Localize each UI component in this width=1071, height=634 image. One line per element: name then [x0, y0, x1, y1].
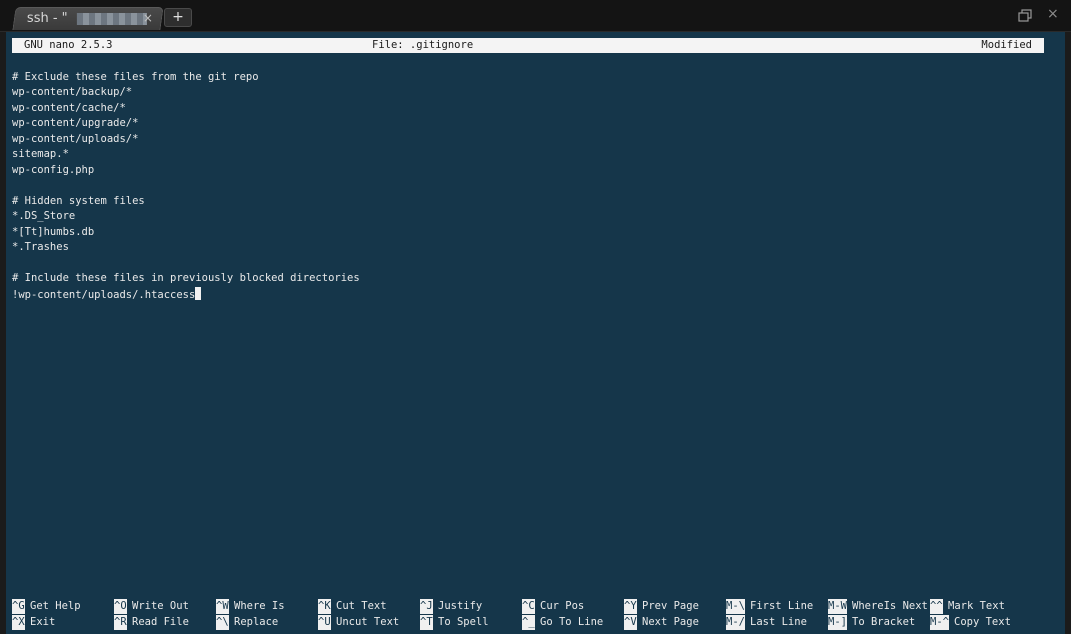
close-window-icon[interactable]: × — [1047, 6, 1059, 22]
shortcut-key: ^^ — [930, 599, 943, 614]
editor-line-text: !wp-content/uploads/.htaccess — [12, 289, 196, 301]
shortcut-label: Last Line — [750, 616, 807, 628]
editor-line: sitemap.* — [12, 148, 69, 160]
shortcut-key: ^T — [420, 615, 433, 630]
redacted-hostname — [76, 13, 147, 25]
shortcut-where-is[interactable]: ^W Where Is — [216, 599, 316, 614]
shortcut-label: Next Page — [642, 616, 699, 628]
shortcut-key: ^K — [318, 599, 331, 614]
terminal-window: ssh - " × + × GNU nano 2.5.3 File: .giti… — [0, 0, 1071, 634]
shortcut-key: ^Y — [624, 599, 637, 614]
editor-line: # Hidden system files — [12, 195, 145, 207]
shortcut-key: ^R — [114, 615, 127, 630]
nano-header-bar: GNU nano 2.5.3 File: .gitignore Modified — [12, 38, 1044, 53]
shortcut-key: ^W — [216, 599, 229, 614]
shortcut-label: Cut Text — [336, 600, 387, 612]
shortcut-key: ^\ — [216, 615, 229, 630]
shortcut-label: Mark Text — [948, 600, 1005, 612]
shortcut-label: Exit — [30, 616, 56, 628]
editor-line: *.Trashes — [12, 241, 69, 253]
editor-line: *[Tt]humbs.db — [12, 226, 95, 238]
shortcut-whereis-next[interactable]: M-W WhereIs Next — [828, 599, 928, 614]
editor-line: wp-content/backup/* — [12, 86, 133, 98]
shortcut-get-help[interactable]: ^G Get Help — [12, 599, 112, 614]
editor-line-current: !wp-content/uploads/.htaccess — [12, 287, 202, 302]
shortcut-cut-text[interactable]: ^K Cut Text — [318, 599, 418, 614]
editor-line: # Exclude these files from the git repo — [12, 71, 259, 83]
shortcut-label: Get Help — [30, 600, 81, 612]
shortcut-label: Uncut Text — [336, 616, 400, 628]
shortcut-label: Write Out — [132, 600, 189, 612]
tab-title: ssh - " — [26, 11, 68, 26]
shortcut-label: To Spell — [438, 616, 489, 628]
editor-line: *.DS_Store — [12, 210, 76, 222]
shortcut-key: M-] — [828, 615, 847, 630]
shortcut-exit[interactable]: ^X Exit — [12, 615, 112, 630]
shortcut-label: Go To Line — [540, 616, 604, 628]
shortcut-prev-page[interactable]: ^Y Prev Page — [624, 599, 724, 614]
shortcut-uncut-text[interactable]: ^U Uncut Text — [318, 615, 418, 630]
shortcut-copy-text[interactable]: M-^ Copy Text — [930, 615, 1030, 630]
shortcut-next-page[interactable]: ^V Next Page — [624, 615, 724, 630]
nano-version: GNU nano 2.5.3 — [24, 39, 113, 51]
shortcut-justify[interactable]: ^J Justify — [420, 599, 520, 614]
shortcut-label: To Bracket — [852, 616, 916, 628]
shortcut-key: ^O — [114, 599, 127, 614]
shortcut-label: First Line — [750, 600, 814, 612]
shortcut-key: ^_ — [522, 615, 535, 630]
nano-modified-status: Modified — [981, 39, 1032, 51]
editor-line: wp-content/cache/* — [12, 102, 126, 114]
shortcut-label: Justify — [438, 600, 483, 612]
shortcut-read-file[interactable]: ^R Read File — [114, 615, 214, 630]
editor-line: wp-content/uploads/* — [12, 133, 139, 145]
shortcut-replace[interactable]: ^\ Replace — [216, 615, 316, 630]
shortcut-to-spell[interactable]: ^T To Spell — [420, 615, 520, 630]
shortcut-go-to-line[interactable]: ^_ Go To Line — [522, 615, 622, 630]
restore-window-icon[interactable] — [1018, 9, 1032, 23]
shortcut-key: ^G — [12, 599, 25, 614]
editor-line: wp-config.php — [12, 164, 95, 176]
shortcut-key: M-/ — [726, 615, 745, 630]
nano-filename: File: .gitignore — [372, 39, 474, 51]
shortcut-key: M-W — [828, 599, 847, 614]
shortcut-cur-pos[interactable]: ^C Cur Pos — [522, 599, 622, 614]
editor-line: # Include these files in previously bloc… — [12, 272, 360, 284]
shortcut-write-out[interactable]: ^O Write Out — [114, 599, 214, 614]
shortcut-key: ^J — [420, 599, 433, 614]
shortcut-label: Read File — [132, 616, 189, 628]
shortcut-label: Cur Pos — [540, 600, 585, 612]
shortcut-label: WhereIs Next — [852, 600, 928, 612]
title-bar: ssh - " × + × — [0, 0, 1071, 32]
close-tab-icon[interactable]: × — [143, 11, 153, 25]
shortcut-label: Prev Page — [642, 600, 699, 612]
shortcut-key: ^C — [522, 599, 535, 614]
shortcut-last-line[interactable]: M-/ Last Line — [726, 615, 826, 630]
terminal-pane[interactable]: GNU nano 2.5.3 File: .gitignore Modified… — [6, 32, 1065, 634]
tab-ssh[interactable]: ssh - " × — [12, 7, 164, 30]
shortcut-key: ^U — [318, 615, 331, 630]
shortcut-label: Replace — [234, 616, 279, 628]
new-tab-button[interactable]: + — [164, 8, 192, 27]
text-cursor — [195, 287, 202, 300]
shortcut-key: M-\ — [726, 599, 745, 614]
shortcut-label: Copy Text — [954, 616, 1011, 628]
shortcut-key: ^V — [624, 615, 637, 630]
shortcut-to-bracket[interactable]: M-] To Bracket — [828, 615, 928, 630]
shortcut-key: M-^ — [930, 615, 949, 630]
editor-line: wp-content/upgrade/* — [12, 117, 139, 129]
shortcut-first-line[interactable]: M-\ First Line — [726, 599, 826, 614]
shortcut-label: Where Is — [234, 600, 285, 612]
shortcut-mark-text[interactable]: ^^ Mark Text — [930, 599, 1030, 614]
shortcut-key: ^X — [12, 615, 25, 630]
